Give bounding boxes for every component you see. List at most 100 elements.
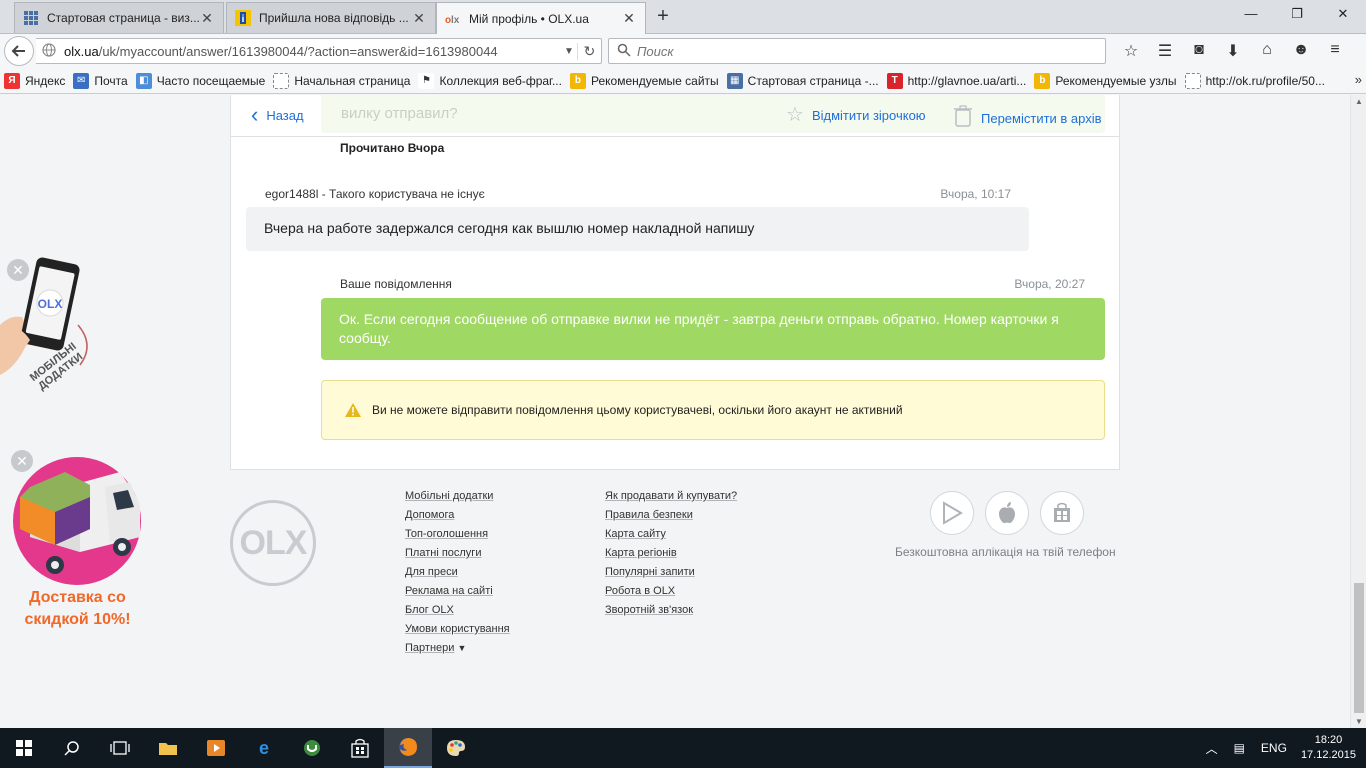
minimize-button[interactable]: — bbox=[1236, 6, 1266, 21]
paint-button[interactable] bbox=[432, 728, 480, 768]
footer-link-press[interactable]: Для преси bbox=[405, 566, 510, 578]
star-message-link[interactable]: ☆ Відмітити зірочкою bbox=[786, 105, 926, 125]
archive-message-link[interactable]: Перемістити в архів bbox=[953, 105, 1102, 131]
edge-button[interactable]: e bbox=[240, 728, 288, 768]
google-play-button[interactable] bbox=[930, 491, 974, 535]
scroll-up-arrow-icon[interactable]: ▲ bbox=[1351, 97, 1366, 106]
tab-new-reply[interactable]: i Прийшла нова відповідь ... ✕ bbox=[226, 2, 436, 33]
footer-link-popular-queries[interactable]: Популярні запити bbox=[605, 566, 737, 578]
app-store-button[interactable] bbox=[985, 491, 1029, 535]
bookmark-frequent[interactable]: ◧ Часто посещаемые bbox=[135, 72, 265, 89]
glavnoe-icon: T bbox=[886, 72, 903, 89]
inactive-account-warning: Ви не можете відправити повідомлення цьо… bbox=[321, 380, 1105, 440]
bookmark-recommended-nodes[interactable]: b Рекомендуемые узлы bbox=[1034, 72, 1177, 89]
task-view-button[interactable] bbox=[96, 728, 144, 768]
outgoing-time: Вчора, 20:27 bbox=[1014, 277, 1085, 291]
search-bar[interactable] bbox=[608, 38, 1106, 64]
footer-link-top-ads[interactable]: Топ-оголошення bbox=[405, 528, 510, 540]
search-taskbar-button[interactable] bbox=[48, 728, 96, 768]
pocket-icon[interactable]: ◙ bbox=[1182, 41, 1216, 61]
bookmark-web-fragments[interactable]: ⚑ Коллекция веб-фраг... bbox=[418, 72, 562, 89]
footer-link-regions-map[interactable]: Карта регіонів bbox=[605, 547, 737, 559]
star-icon: ☆ bbox=[786, 104, 804, 126]
url-text: olx.ua/uk/myaccount/answer/1613980044/?a… bbox=[64, 44, 561, 59]
smiley-icon[interactable]: ☻ bbox=[1284, 41, 1318, 61]
language-indicator[interactable]: ENG bbox=[1261, 741, 1287, 755]
app-caption: Безкоштовна аплікація на твій телефон bbox=[895, 545, 1116, 559]
chevron-up-icon[interactable]: ︿ bbox=[1206, 740, 1218, 757]
footer-link-sitemap[interactable]: Карта сайту bbox=[605, 528, 737, 540]
bookmark-mail[interactable]: ✉ Почта bbox=[73, 72, 128, 89]
promo-mobile-apps[interactable]: OLX МОБІЛЬНІ ДОДАТКИ bbox=[0, 255, 100, 425]
utorrent-button[interactable] bbox=[288, 728, 336, 768]
footer-column-1: Мобільні додатки Допомога Топ-оголошення… bbox=[405, 490, 510, 661]
menu-icon[interactable]: ≡ bbox=[1318, 41, 1352, 61]
back-link[interactable]: ‹ Назад bbox=[251, 104, 304, 126]
play-store-icon bbox=[943, 501, 963, 525]
new-tab-button[interactable]: + bbox=[652, 6, 674, 26]
bookmark-start-page[interactable]: ▦ Стартовая страница -... bbox=[726, 72, 879, 89]
chevron-right-icon[interactable]: » bbox=[1355, 72, 1362, 87]
maximize-button[interactable]: ❐ bbox=[1282, 6, 1312, 22]
footer-link-blog[interactable]: Блог OLX bbox=[405, 604, 510, 616]
file-explorer-button[interactable] bbox=[144, 728, 192, 768]
svg-text:lx: lx bbox=[451, 15, 460, 26]
footer-link-help[interactable]: Допомога bbox=[405, 509, 510, 521]
incoming-message: Вчера на работе задержался сегодня как в… bbox=[246, 207, 1029, 251]
bookmark-home-page[interactable]: Начальная страница bbox=[273, 72, 410, 89]
footer-column-2: Як продавати й купувати? Правила безпеки… bbox=[605, 490, 737, 623]
incoming-time: Вчора, 10:17 bbox=[940, 187, 1011, 201]
start-button[interactable] bbox=[0, 728, 48, 768]
scroll-down-arrow-icon[interactable]: ▼ bbox=[1351, 717, 1366, 726]
browser-tab-bar: Стартовая страница - виз... ✕ i Прийшла … bbox=[0, 0, 1366, 34]
footer-link-terms[interactable]: Умови користування bbox=[405, 623, 510, 635]
conversation-panel: вилку отправил? ‹ Назад ☆ Відмітити зіро… bbox=[230, 95, 1120, 470]
windows-store-icon bbox=[1054, 502, 1070, 522]
clock[interactable]: 18:20 17.12.2015 bbox=[1301, 733, 1356, 763]
bing-icon: b bbox=[569, 72, 586, 89]
firefox-icon bbox=[399, 738, 417, 756]
search-input[interactable] bbox=[637, 43, 1077, 59]
close-window-button[interactable]: ✕ bbox=[1328, 6, 1358, 22]
address-bar[interactable]: olx.ua/uk/myaccount/answer/1613980044/?a… bbox=[36, 38, 602, 64]
bookmark-recommended-sites[interactable]: b Рекомендуемые сайты bbox=[569, 72, 719, 89]
close-icon[interactable]: ✕ bbox=[621, 10, 637, 27]
notifications-icon[interactable]: ▤ bbox=[1234, 741, 1245, 755]
firefox-button[interactable] bbox=[384, 728, 432, 768]
scrollbar-thumb[interactable] bbox=[1354, 583, 1364, 713]
footer-link-how-to-sell[interactable]: Як продавати й купувати? bbox=[605, 490, 737, 502]
close-icon[interactable]: ✕ bbox=[199, 10, 215, 27]
footer-link-paid-services[interactable]: Платні послуги bbox=[405, 547, 510, 559]
archive-label: Перемістити в архів bbox=[981, 110, 1102, 126]
footer-link-mobile-apps[interactable]: Мобільні додатки bbox=[405, 490, 510, 502]
reading-list-icon[interactable]: ☰ bbox=[1148, 41, 1182, 61]
download-icon[interactable]: ⬇ bbox=[1216, 41, 1250, 61]
footer-olx-logo[interactable]: OLX bbox=[230, 500, 316, 586]
tab-start-page[interactable]: Стартовая страница - виз... ✕ bbox=[14, 2, 224, 33]
folder-icon: ◧ bbox=[135, 72, 152, 89]
star-label: Відмітити зірочкою bbox=[811, 107, 926, 123]
bookmark-yandex[interactable]: Я Яндекс bbox=[4, 72, 65, 89]
footer-link-advertising[interactable]: Реклама на сайті bbox=[405, 585, 510, 597]
task-view-icon bbox=[110, 741, 130, 755]
bookmark-glavnoe[interactable]: Thttp://glavnoe.ua/arti... bbox=[886, 72, 1026, 89]
reload-icon[interactable]: ↻ bbox=[577, 42, 601, 60]
promo-delivery[interactable]: Доставка со скидкой 10%! bbox=[10, 457, 150, 637]
store-button[interactable] bbox=[336, 728, 384, 768]
bookmark-ok-ru[interactable]: http://ok.ru/profile/50... bbox=[1184, 72, 1325, 89]
home-icon[interactable]: ⌂ bbox=[1250, 41, 1284, 61]
page-scrollbar[interactable]: ▲ ▼ bbox=[1350, 95, 1366, 728]
footer-link-feedback[interactable]: Зворотній зв'язок bbox=[605, 604, 737, 616]
windows-store-button[interactable] bbox=[1040, 491, 1084, 535]
footer-link-safety[interactable]: Правила безпеки bbox=[605, 509, 737, 521]
footer-link-jobs[interactable]: Робота в OLX bbox=[605, 585, 737, 597]
close-icon[interactable]: ✕ bbox=[411, 10, 427, 27]
tab-my-profile[interactable]: o lx Мій профіль • OLX.ua ✕ bbox=[436, 2, 646, 34]
clock-time: 18:20 bbox=[1314, 734, 1343, 746]
chevron-down-icon[interactable]: ▼ bbox=[561, 46, 577, 57]
bookmark-star-icon[interactable]: ☆ bbox=[1114, 41, 1148, 61]
url-host: olx.ua bbox=[64, 43, 99, 59]
footer-link-partners[interactable]: Партнери ▼ bbox=[405, 642, 510, 654]
back-button[interactable] bbox=[4, 36, 34, 66]
media-player-button[interactable] bbox=[192, 728, 240, 768]
